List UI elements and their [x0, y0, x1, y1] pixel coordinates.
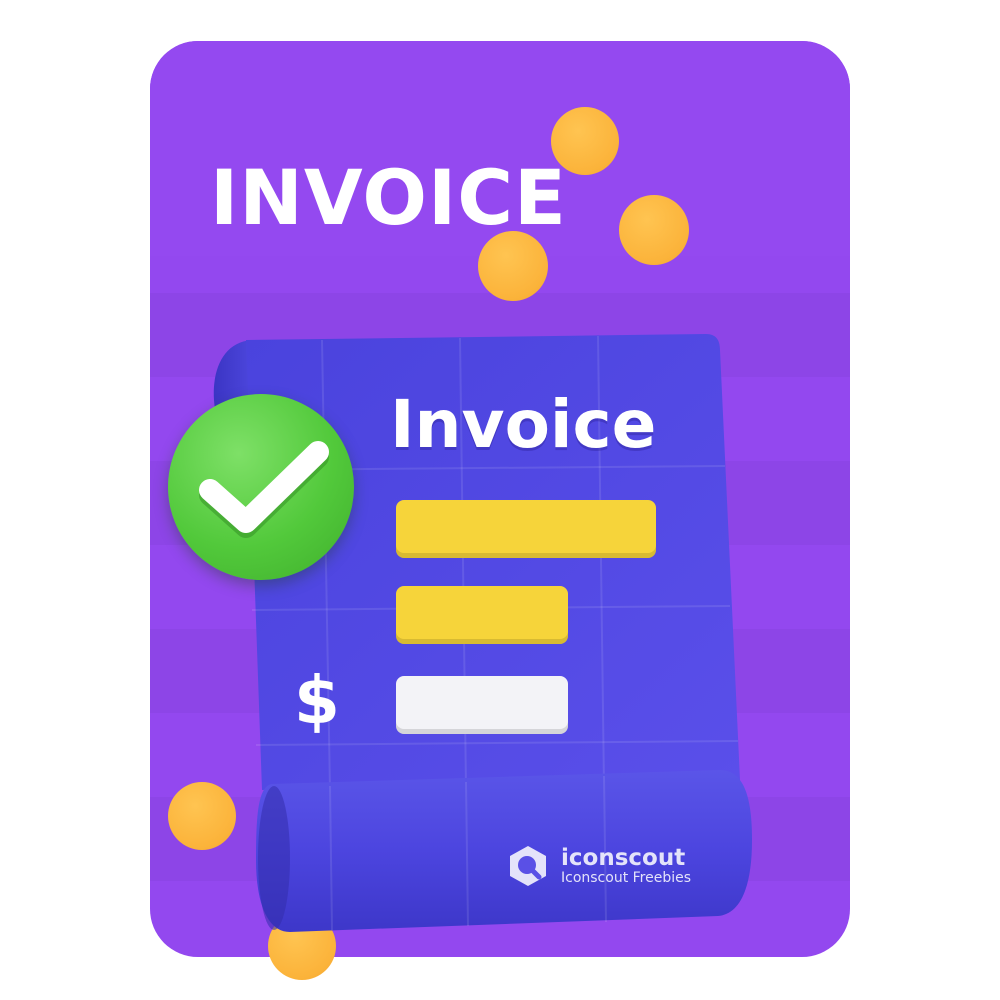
line-bar-medium	[396, 586, 568, 644]
watermark: iconscout Iconscout Freebies	[505, 843, 691, 889]
amount-bar	[396, 676, 568, 734]
iconscout-logo-icon	[510, 846, 546, 886]
dollar-icon: $	[294, 662, 340, 739]
headline: INVOICE	[210, 153, 567, 242]
watermark-brand: iconscout	[561, 844, 686, 871]
check-badge	[168, 394, 354, 580]
document-title: Invoice	[390, 386, 657, 463]
watermark-subtitle: Iconscout Freebies	[561, 869, 692, 886]
checkmark-icon	[199, 441, 329, 538]
illustration-stage: INVOICE Invoice $ iconscout Iconscout Fr…	[0, 0, 1000, 1000]
line-bar-long	[396, 500, 656, 558]
